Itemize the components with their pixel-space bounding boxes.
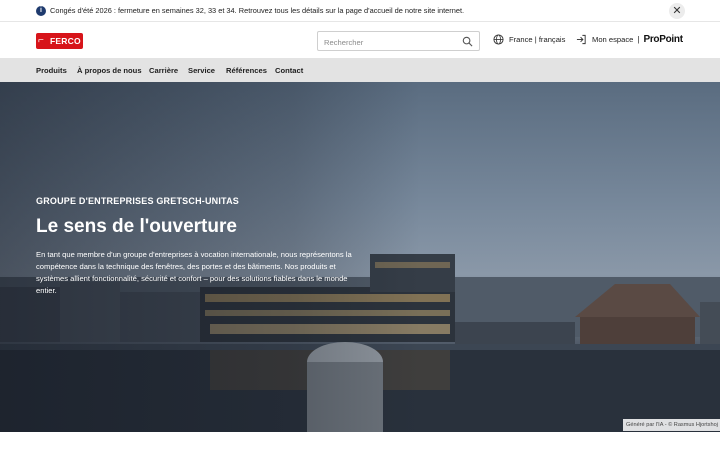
hero-description: En tant que membre d'un groupe d'entrepr… [36,250,352,295]
logo-mark-icon: ⌐ [38,35,44,46]
nav-item-a-propos[interactable]: À propos de nous [77,66,142,75]
info-icon: i [36,6,46,16]
account-link[interactable]: Mon espace [592,35,633,44]
search-box [317,31,480,52]
logo-text: FERCO [50,36,81,46]
hero-title: Le sens de l'ouverture [36,216,237,237]
building-right [700,302,720,345]
building-mid-right [455,322,575,344]
main-nav: Produits À propos de nous Carrière Servi… [0,58,720,82]
site-header: ⌐ FERCO France | français Mon espace | P… [0,22,720,58]
login-icon[interactable] [576,34,587,45]
warehouse-body [580,317,695,345]
notice-bar: i Congés d'été 2026 : fermeture en semai… [0,0,720,22]
language-selector[interactable]: France | français [493,34,565,45]
search-input[interactable] [318,33,453,52]
hero-banner: GROUPE D'ENTREPRISES GRETSCH-UNITAS Le s… [0,82,720,432]
close-icon[interactable]: ✕ [669,3,685,19]
page-below-hero [0,432,720,450]
language-label: France | français [509,35,566,44]
notice-text: Congés d'été 2026 : fermeture en semaine… [50,6,465,15]
image-credit: Généré par l'IA - © Rasmus Hjortshoj [623,419,720,431]
propoint-link[interactable]: ProPoint [643,34,683,45]
ferco-logo[interactable]: ⌐ FERCO [36,33,83,49]
nav-item-service[interactable]: Service [188,66,215,75]
nav-item-produits[interactable]: Produits [36,66,67,75]
nav-item-contact[interactable]: Contact [275,66,303,75]
nav-item-references[interactable]: Références [226,66,267,75]
nav-item-carriere[interactable]: Carrière [149,66,178,75]
account-area: Mon espace | ProPoint [576,34,683,45]
search-icon[interactable] [462,36,473,47]
globe-icon [493,34,504,45]
account-separator: | [637,35,640,44]
hero-eyebrow: GROUPE D'ENTREPRISES GRETSCH-UNITAS [36,196,239,206]
